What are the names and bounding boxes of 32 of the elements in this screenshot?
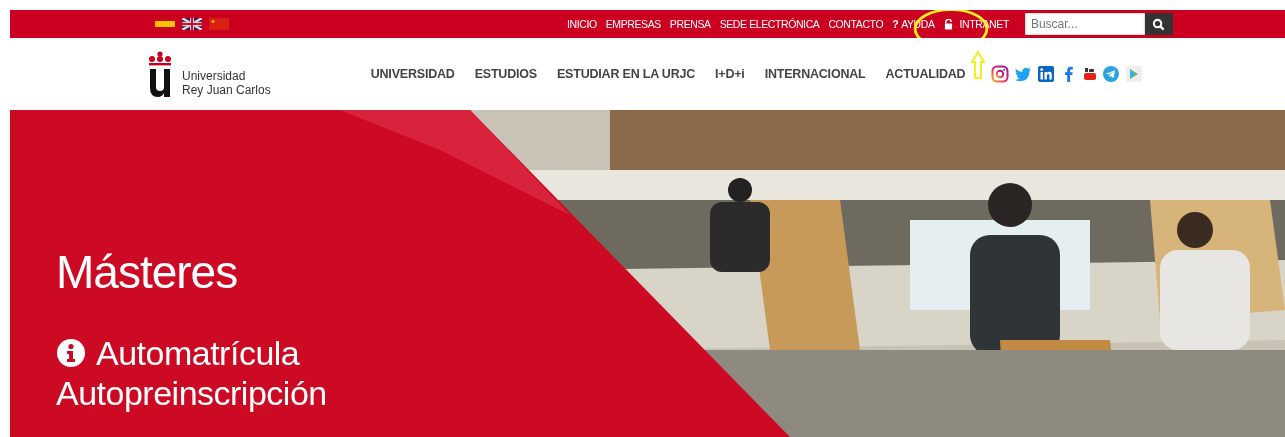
uk-flag-icon[interactable]: [182, 18, 202, 30]
spain-flag-icon[interactable]: [155, 18, 175, 30]
info-icon: [56, 338, 86, 368]
play-store-icon[interactable]: [1125, 65, 1144, 83]
hero-title: Másteres: [56, 245, 239, 299]
top-link[interactable]: INICIO: [567, 18, 597, 30]
linkedin-icon[interactable]: [1037, 65, 1056, 83]
hero-text[interactable]: Autopreinscripción: [56, 373, 327, 413]
logo-mark-icon: [148, 51, 172, 97]
nav-item[interactable]: INTERNACIONAL: [764, 67, 866, 81]
instagram-icon[interactable]: [991, 65, 1010, 83]
hero-text[interactable]: Automatrícula: [96, 333, 300, 373]
nav-item[interactable]: I+D+i: [715, 67, 745, 81]
logo-text: Rey Juan Carlos: [182, 83, 271, 97]
top-link[interactable]: PRENSA: [669, 18, 711, 30]
annotation-arrow: [970, 50, 986, 80]
university-logo[interactable]: Universidad Rey Juan Carlos: [148, 51, 271, 97]
top-link[interactable]: CONTACTO: [828, 18, 884, 30]
youtube-icon[interactable]: [1083, 67, 1098, 81]
search-button[interactable]: [1144, 13, 1173, 35]
help-icon: ?: [892, 18, 899, 30]
search-icon: [1152, 17, 1166, 31]
nav-item[interactable]: UNIVERSIDAD: [370, 67, 455, 81]
logo-text: Universidad: [182, 69, 247, 83]
nav-item[interactable]: ESTUDIAR EN LA URJC: [556, 67, 696, 81]
nav-item[interactable]: ESTUDIOS: [474, 67, 537, 81]
china-flag-icon[interactable]: [209, 18, 229, 30]
search-field[interactable]: Buscar...: [1024, 13, 1145, 35]
top-link[interactable]: SEDE ELECTRÓNICA: [719, 18, 820, 30]
nav-item[interactable]: ACTUALIDAD: [885, 67, 966, 81]
top-link[interactable]: EMPRESAS: [605, 18, 661, 30]
lock-icon: [943, 18, 953, 30]
